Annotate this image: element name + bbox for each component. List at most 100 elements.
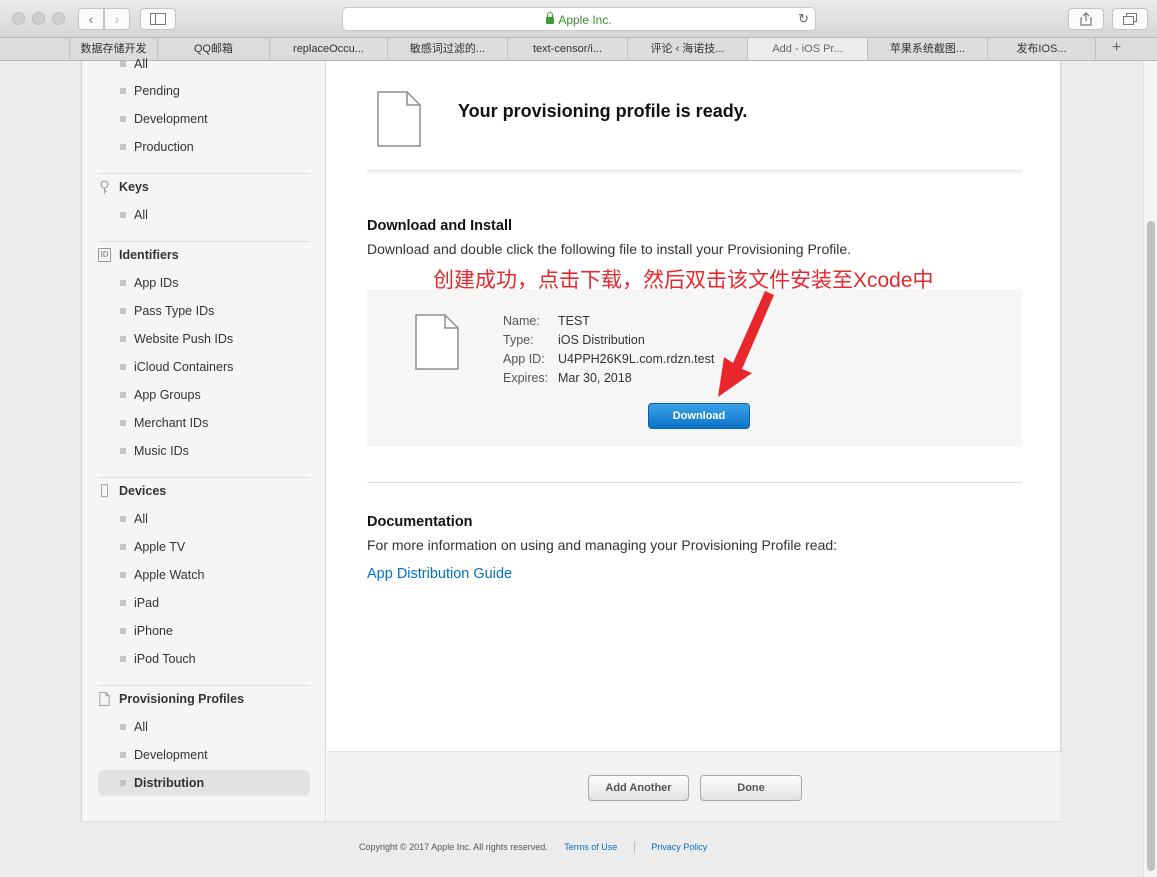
terms-of-use-link[interactable]: Terms of Use bbox=[564, 842, 617, 852]
sidebar-item-certificates-all[interactable]: All bbox=[98, 51, 310, 77]
key-icon bbox=[100, 180, 109, 194]
profile-details-box: Name: TEST Type: iOS Distribution App ID: U… bbox=[367, 289, 1022, 447]
sidebar-item-apple-watch[interactable]: Apple Watch bbox=[98, 562, 310, 588]
close-window-button[interactable] bbox=[12, 12, 25, 25]
minimize-window-button[interactable] bbox=[32, 12, 45, 25]
back-button[interactable]: ‹ bbox=[78, 8, 104, 30]
zoom-window-button[interactable] bbox=[52, 12, 65, 25]
sidebar-heading-keys: Keys bbox=[98, 174, 310, 200]
ready-title: Your provisioning profile is ready. bbox=[458, 101, 748, 121]
bullet-icon bbox=[120, 308, 126, 314]
tab-6[interactable]: text-censor/i... bbox=[508, 38, 628, 60]
sidebar-item-profiles-distribution[interactable]: Distribution bbox=[98, 770, 310, 796]
bullet-icon bbox=[120, 212, 126, 218]
profile-name: TEST bbox=[558, 314, 590, 328]
sidebar-item-ipad[interactable]: iPad bbox=[98, 590, 310, 616]
bullet-icon bbox=[120, 61, 126, 67]
section-divider bbox=[367, 170, 1022, 176]
page-footer: Copyright © 2017 Apple Inc. All rights r… bbox=[359, 842, 707, 854]
sidebar-item-iphone[interactable]: iPhone bbox=[98, 618, 310, 644]
bullet-icon bbox=[120, 116, 126, 122]
sidebar-item-music-ids[interactable]: Music IDs bbox=[98, 438, 310, 464]
profile-panel: All Pending Development Production Keys … bbox=[81, 57, 1061, 821]
reload-icon[interactable]: ↻ bbox=[798, 11, 809, 27]
bullet-icon bbox=[120, 516, 126, 522]
bullet-icon bbox=[120, 336, 126, 342]
sidebar-icon bbox=[150, 13, 166, 25]
sidebar-item-production[interactable]: Production bbox=[98, 134, 310, 160]
sidebar-heading-provisioning-profiles: Provisioning Profiles bbox=[98, 686, 310, 712]
tab-active[interactable]: Add - iOS Pr... bbox=[748, 38, 868, 60]
sidebar-heading-devices: Devices bbox=[98, 478, 310, 504]
bullet-icon bbox=[120, 656, 126, 662]
sidebar: All Pending Development Production Keys … bbox=[82, 57, 326, 821]
tab-1[interactable] bbox=[0, 38, 70, 60]
document-icon bbox=[99, 692, 110, 706]
profile-name-row: Name: TEST bbox=[503, 314, 590, 328]
download-button[interactable]: Download bbox=[648, 403, 750, 429]
profile-type: iOS Distribution bbox=[558, 333, 645, 347]
documentation-description: For more information on using and managi… bbox=[367, 537, 838, 553]
bullet-icon bbox=[120, 600, 126, 606]
bullet-icon bbox=[120, 628, 126, 634]
sidebar-toggle-button[interactable] bbox=[140, 8, 176, 30]
bullet-icon bbox=[120, 280, 126, 286]
sidebar-item-development[interactable]: Development bbox=[98, 106, 310, 132]
tab-7[interactable]: 评论 ‹ 海诺技... bbox=[628, 38, 748, 60]
tab-5[interactable]: 敏感词过滤的... bbox=[388, 38, 508, 60]
lock-icon bbox=[546, 12, 555, 24]
bullet-icon bbox=[120, 448, 126, 454]
profile-file-icon bbox=[415, 314, 459, 370]
sidebar-item-pass-type-ids[interactable]: Pass Type IDs bbox=[98, 298, 310, 324]
sidebar-item-profiles-all[interactable]: All bbox=[98, 714, 310, 740]
bullet-icon bbox=[120, 752, 126, 758]
new-tab-button[interactable]: + bbox=[1096, 38, 1137, 60]
action-bar: Add Another Done bbox=[327, 751, 1061, 821]
profile-expires: Mar 30, 2018 bbox=[558, 371, 632, 385]
scrollbar-thumb[interactable] bbox=[1147, 221, 1155, 871]
sidebar-item-keys-all[interactable]: All bbox=[98, 202, 310, 228]
sidebar-item-app-ids[interactable]: App IDs bbox=[98, 270, 310, 296]
red-arrow-icon bbox=[718, 291, 774, 397]
done-button[interactable]: Done bbox=[700, 775, 802, 801]
add-another-button[interactable]: Add Another bbox=[588, 775, 689, 801]
sidebar-item-profiles-development[interactable]: Development bbox=[98, 742, 310, 768]
page-scrollbar[interactable] bbox=[1143, 61, 1157, 877]
profile-expires-row: Expires: Mar 30, 2018 bbox=[503, 371, 632, 385]
bullet-icon bbox=[120, 572, 126, 578]
page-content: All Pending Development Production Keys … bbox=[0, 57, 1143, 877]
bullet-icon bbox=[120, 88, 126, 94]
sidebar-item-apple-tv[interactable]: Apple TV bbox=[98, 534, 310, 560]
app-distribution-guide-link[interactable]: App Distribution Guide bbox=[367, 566, 512, 582]
address-text: Apple Inc. bbox=[558, 13, 612, 27]
chevron-right-icon: › bbox=[114, 11, 120, 27]
sidebar-item-website-push-ids[interactable]: Website Push IDs bbox=[98, 326, 310, 352]
device-icon bbox=[101, 484, 108, 498]
documentation-heading: Documentation bbox=[367, 514, 473, 530]
profile-document-icon bbox=[377, 91, 421, 147]
sidebar-item-merchant-ids[interactable]: Merchant IDs bbox=[98, 410, 310, 436]
bullet-icon bbox=[120, 780, 126, 786]
show-tabs-button[interactable] bbox=[1112, 8, 1148, 30]
profile-appid-row: App ID: U4PPH26K9L.com.rdzn.test bbox=[503, 352, 715, 366]
forward-button[interactable]: › bbox=[104, 8, 130, 30]
section-divider bbox=[367, 482, 1022, 483]
sidebar-item-pending[interactable]: Pending bbox=[98, 78, 310, 104]
address-bar[interactable]: Apple Inc. ↻ bbox=[342, 7, 816, 31]
share-icon bbox=[1080, 12, 1092, 26]
share-button[interactable] bbox=[1068, 8, 1104, 30]
tabs-icon bbox=[1123, 13, 1137, 25]
sidebar-item-app-groups[interactable]: App Groups bbox=[98, 382, 310, 408]
bullet-icon bbox=[120, 724, 126, 730]
plus-icon: + bbox=[1111, 39, 1122, 56]
privacy-policy-link[interactable]: Privacy Policy bbox=[651, 842, 707, 852]
download-install-heading: Download and Install bbox=[367, 218, 513, 234]
sidebar-item-devices-all[interactable]: All bbox=[98, 506, 310, 532]
tab-10[interactable]: 发布IOS... bbox=[988, 38, 1096, 60]
bullet-icon bbox=[120, 392, 126, 398]
sidebar-item-ipod-touch[interactable]: iPod Touch bbox=[98, 646, 310, 672]
tab-9[interactable]: 苹果系统截图... bbox=[868, 38, 988, 60]
download-install-description: Download and double click the following … bbox=[367, 241, 852, 257]
profile-type-row: Type: iOS Distribution bbox=[503, 333, 645, 347]
sidebar-item-icloud-containers[interactable]: iCloud Containers bbox=[98, 354, 310, 380]
